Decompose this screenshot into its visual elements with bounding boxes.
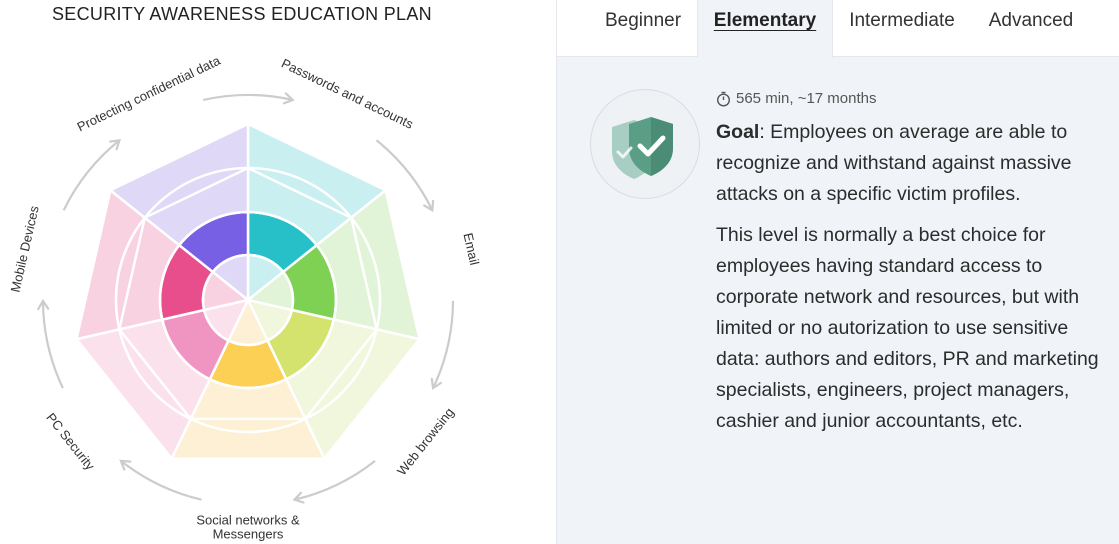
goal-text: : Employees on average are able to recog… [716,121,1072,205]
cycle-arrow [120,459,202,501]
level-panel: Beginner Elementary Intermediate Advance… [557,0,1119,544]
sector-label: Mobile Devices [8,204,42,294]
sector-label: Protecting confidential data [75,53,223,135]
shield-check-icon [612,117,673,179]
wheel-segment[interactable] [169,417,327,460]
stopwatch-icon [716,91,731,107]
cycle-arrow [294,459,376,501]
sector-label: PC Security [43,410,98,473]
cycle-arrow [203,93,293,102]
tab-intermediate[interactable]: Intermediate [835,0,969,57]
level-description: This level is normally a best choice for… [716,224,1099,432]
goal-label: Goal [716,121,760,143]
education-wheel: Passwords and accounts Email Web browsing S… [8,53,483,542]
sector-label: Email [460,232,482,267]
level-tabs: Beginner Elementary Intermediate Advance… [557,0,1119,58]
sector-label: Passwords and accounts [279,56,416,132]
sector-label: Messengers [213,526,284,541]
level-duration: 565 min, ~17 months [716,90,877,107]
plan-panel: SECURITY AWARENESS EDUCATION PLAN Passwo… [0,0,556,544]
cycle-arrow [432,300,455,389]
cycle-arrow [41,300,64,389]
tab-elementary[interactable]: Elementary [697,0,833,58]
tab-advanced[interactable]: Advanced [975,0,1087,57]
sector-label: Social networks & [196,512,300,527]
level-goal: Goal: Employees on average are able to r… [716,117,1111,210]
sector-label: Web browsing [394,405,457,479]
level-badge [590,89,700,199]
tab-beginner[interactable]: Beginner [587,0,699,57]
